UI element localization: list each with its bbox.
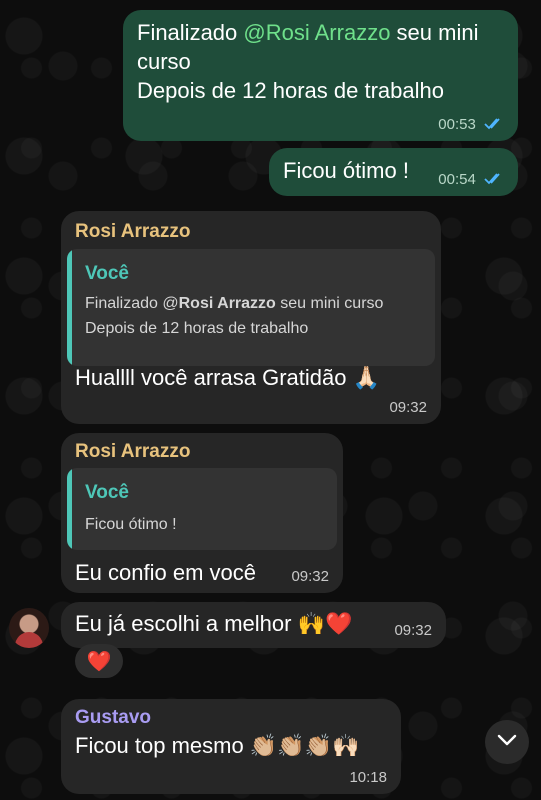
sender-name[interactable]: Rosi Arrazzo [75, 441, 190, 463]
pray-emoji: 🙏🏻 [352, 365, 380, 390]
chevron-down-icon [497, 733, 517, 751]
message-text: Finalizado @Rosi Arrazzo seu mini curso … [137, 18, 478, 105]
reply-quote[interactable]: Você Finalizado @Rosi Arrazzo seu mini c… [67, 249, 435, 366]
message-text-part: Depois de 12 horas de trabalho [137, 78, 444, 103]
message-text: Ficou ótimo ! [283, 158, 409, 183]
quote-text-part: Depois de 12 horas de trabalho [85, 320, 309, 337]
message-text-part: seu mini [390, 20, 479, 45]
message-text-part: curso [137, 49, 191, 74]
raising-hands-heart-emoji: 🙌❤️ [297, 611, 353, 636]
message-text: Huallll você arrasa Gratidão 🙏🏻 [75, 363, 380, 392]
scroll-to-bottom-button[interactable] [485, 720, 529, 764]
message-text: Eu confio em você [75, 560, 256, 585]
message-time: 10:18 [349, 769, 387, 786]
time-text: 00:54 [438, 171, 476, 189]
quote-accent-bar [67, 468, 72, 550]
reply-quote[interactable]: Você Ficou ótimo ! [67, 468, 337, 550]
quote-text: Ficou ótimo ! [85, 516, 177, 533]
message-text-part: Finalizado [137, 20, 244, 45]
clapping-emoji: 👏🏼👏🏼👏🏼🙌🏻 [249, 733, 360, 758]
quote-text-part: Finalizado @ [85, 295, 179, 312]
double-check-icon [484, 117, 504, 134]
quote-text: Finalizado @Rosi Arrazzo seu mini curso … [85, 291, 383, 341]
message-text-part: Eu já escolhi a melhor [75, 611, 292, 636]
quote-text-part: seu mini curso [275, 295, 384, 312]
double-check-icon [484, 172, 504, 189]
message-text-part: Huallll você arrasa Gratidão [75, 365, 347, 390]
incoming-message[interactable]: Eu já escolhi a melhor 🙌❤️ 09:32 [61, 602, 446, 648]
incoming-message[interactable]: Rosi Arrazzo Você Ficou ótimo ! Eu confi… [61, 433, 343, 593]
message-text-part: Ficou top mesmo [75, 733, 244, 758]
message-text: Ficou top mesmo 👏🏼👏🏼👏🏼🙌🏻 [75, 731, 359, 760]
message-text: Eu já escolhi a melhor 🙌❤️ [75, 609, 352, 638]
quote-author: Você [85, 482, 130, 503]
incoming-message[interactable]: Rosi Arrazzo Você Finalizado @Rosi Arraz… [61, 211, 441, 424]
quote-mention: Rosi Arrazzo [178, 295, 276, 312]
message-time: 00:54 [438, 171, 504, 189]
message-time: 09:32 [291, 568, 329, 585]
quote-author: Você [85, 263, 130, 284]
incoming-message[interactable]: Gustavo Ficou top mesmo 👏🏼👏🏼👏🏼🙌🏻 10:18 [61, 699, 401, 794]
message-time: 00:53 [438, 116, 504, 134]
outgoing-message[interactable]: Ficou ótimo ! 00:54 [269, 148, 518, 196]
outgoing-message[interactable]: Finalizado @Rosi Arrazzo seu mini curso … [123, 10, 518, 141]
mention-link[interactable]: @Rosi Arrazzo [243, 20, 390, 45]
heart-icon: ❤️ [86, 650, 112, 673]
time-text: 00:53 [438, 116, 476, 134]
quote-accent-bar [67, 249, 72, 366]
heart-reaction[interactable]: ❤️ [75, 644, 123, 678]
sender-name[interactable]: Gustavo [75, 707, 151, 729]
message-time: 09:32 [389, 399, 427, 416]
sender-name[interactable]: Rosi Arrazzo [75, 221, 190, 243]
message-time: 09:32 [394, 622, 432, 639]
avatar[interactable] [9, 608, 49, 648]
